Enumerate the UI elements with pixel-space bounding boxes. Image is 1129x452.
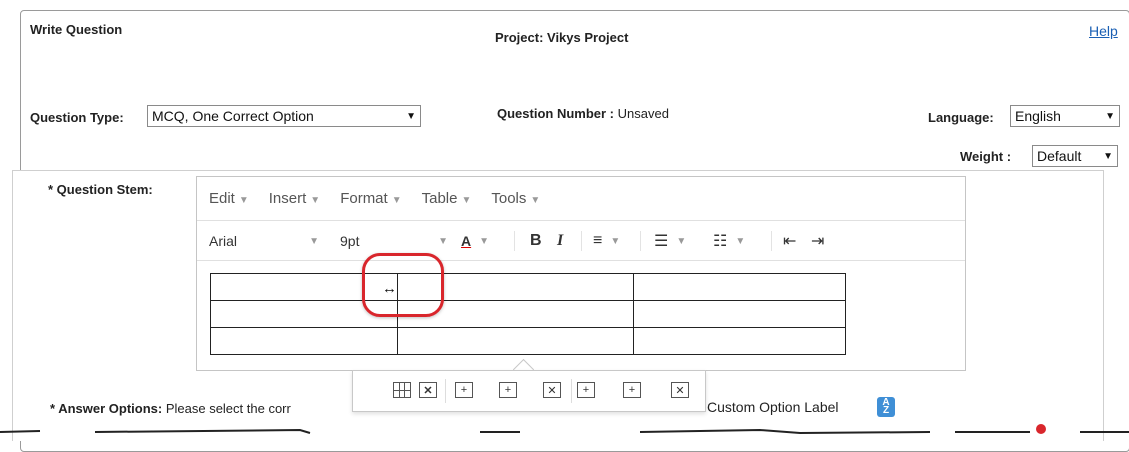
align-button[interactable]: ≡ ▼ (593, 221, 620, 261)
numbered-list-button[interactable]: ☷ ▼ (713, 221, 745, 261)
menu-edit[interactable]: Edit ▼ (209, 190, 249, 207)
bullet-list-button[interactable]: ☰ ▼ (654, 221, 686, 261)
answer-options-label: * Answer Options: (50, 401, 163, 416)
caret-down-icon: ▼ (391, 195, 402, 206)
caret-down-icon: ▼ (735, 235, 746, 247)
table-properties-icon[interactable] (393, 382, 411, 398)
language-value: English (1015, 108, 1061, 124)
bold-icon[interactable]: B (530, 221, 542, 261)
custom-option-label: Custom Option Label (707, 399, 839, 415)
menu-insert[interactable]: Insert ▼ (269, 190, 320, 207)
answer-options-row: * Answer Options: Please select the corr (50, 401, 291, 416)
caret-down-icon: ▼ (479, 235, 490, 247)
menu-tools[interactable]: Tools ▼ (491, 190, 540, 207)
project-name: Project: Vikys Project (495, 30, 629, 45)
table-cell[interactable] (633, 273, 846, 301)
text-color-button[interactable]: A ▼ (461, 221, 489, 261)
bullet-list-icon: ☰ (654, 233, 669, 250)
question-type-select[interactable]: MCQ, One Correct Option ▼ (147, 105, 421, 127)
highlight-circle (362, 253, 444, 317)
caret-down-icon: ▼ (310, 195, 321, 206)
question-number-label: Question Number : (497, 106, 615, 121)
font-family-select[interactable]: Arial ▼ (209, 221, 319, 261)
caret-down-icon: ▼ (238, 195, 249, 206)
outdent-icon[interactable]: ⇤ (783, 221, 796, 261)
menu-table[interactable]: Table ▼ (422, 190, 472, 207)
page-title: Write Question (30, 22, 123, 37)
insert-col-after-icon[interactable]: + (623, 382, 641, 398)
caret-down-icon: ▼ (461, 195, 472, 206)
table-row (210, 273, 846, 301)
insert-row-after-icon[interactable]: + (499, 382, 517, 398)
caret-down-icon: ▼ (610, 235, 621, 247)
question-type-label: Question Type: (30, 110, 124, 125)
align-left-icon: ≡ (593, 232, 603, 249)
rich-text-editor: Edit ▼ Insert ▼ Format ▼ Table ▼ Tools ▼ Aria… (196, 176, 966, 371)
weight-value: Default (1037, 148, 1082, 164)
caret-down-icon: ▼ (438, 235, 448, 247)
question-number: Question Number : Unsaved (497, 106, 669, 121)
chevron-down-icon: ▼ (1105, 110, 1115, 122)
delete-table-icon[interactable]: ✕ (419, 382, 437, 398)
question-type-value: MCQ, One Correct Option (152, 108, 314, 124)
question-stem-label: * Question Stem: (48, 182, 153, 197)
text-color-icon: A (461, 233, 472, 249)
weight-select[interactable]: Default ▼ (1032, 145, 1118, 167)
indent-icon[interactable]: ⇥ (811, 221, 824, 261)
editor-toolbar: Arial ▼ 9pt ▼ A ▼ B I ≡ ▼ ☰ ▼ ☷ ▼ ⇤ ⇥ (197, 221, 965, 261)
delete-col-icon[interactable]: ✕ (671, 382, 689, 398)
insert-row-before-icon[interactable]: + (455, 382, 473, 398)
caret-down-icon: ▼ (676, 235, 687, 247)
language-label: Language: (928, 110, 994, 125)
table-row (210, 300, 846, 328)
chevron-down-icon: ▼ (1103, 150, 1113, 162)
delete-row-icon[interactable]: ✕ (543, 382, 561, 398)
language-select[interactable]: English ▼ (1010, 105, 1120, 127)
sort-alpha-icon[interactable]: AZ (877, 397, 895, 417)
answer-options-instruction: Please select the corr (165, 401, 291, 416)
table-row (210, 327, 846, 355)
font-family-value: Arial (209, 233, 238, 249)
numbered-list-icon: ☷ (713, 233, 728, 250)
content-table[interactable] (210, 273, 846, 355)
resize-cursor-icon: ↔ (382, 280, 397, 297)
table-cell[interactable] (210, 327, 398, 355)
font-size-value: 9pt (340, 233, 360, 249)
chevron-down-icon: ▼ (406, 110, 416, 122)
caret-down-icon: ▼ (309, 235, 319, 247)
caret-down-icon: ▼ (530, 195, 541, 206)
weight-label: Weight : (960, 149, 1012, 164)
question-number-value: Unsaved (617, 106, 669, 121)
table-cell[interactable] (397, 327, 634, 355)
italic-icon[interactable]: I (557, 221, 563, 261)
table-cell[interactable] (633, 327, 846, 355)
help-link[interactable]: Help (1089, 23, 1118, 39)
insert-col-before-icon[interactable]: + (577, 382, 595, 398)
table-cell[interactable] (633, 300, 846, 328)
table-toolbar: ✕ + + ✕ + + ✕ (352, 370, 706, 412)
menu-format[interactable]: Format ▼ (340, 190, 401, 207)
editor-menubar: Edit ▼ Insert ▼ Format ▼ Table ▼ Tools ▼ (197, 177, 965, 221)
cropped-row-edge (0, 424, 1129, 435)
